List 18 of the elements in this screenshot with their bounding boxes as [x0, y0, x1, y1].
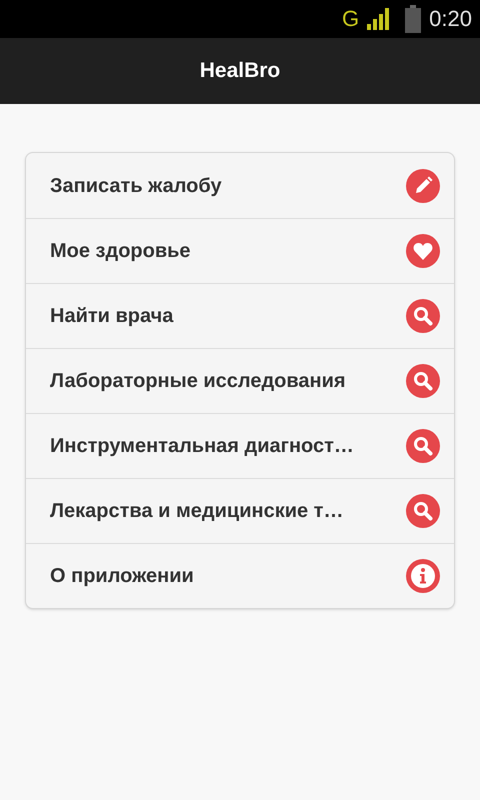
app-title: HealBro: [200, 58, 280, 84]
search-icon: [406, 429, 440, 463]
search-icon: [406, 364, 440, 398]
search-icon: [406, 494, 440, 528]
menu-item[interactable]: Найти врача: [26, 283, 454, 348]
menu-item[interactable]: Лекарства и медицинские т…: [26, 478, 454, 543]
network-type: G: [342, 8, 360, 30]
signal-icon: [367, 8, 390, 30]
search-icon: [406, 299, 440, 333]
clock: 0:20: [429, 8, 472, 30]
info-icon: [406, 559, 440, 593]
menu-item[interactable]: Лабораторные исследования: [26, 348, 454, 413]
menu-item[interactable]: Мое здоровье: [26, 218, 454, 283]
pencil-icon: [406, 168, 440, 202]
battery-icon: [405, 5, 422, 33]
menu-item[interactable]: Записать жалобу: [26, 153, 454, 218]
menu-item[interactable]: Инструментальная диагност…: [26, 413, 454, 478]
menu-item[interactable]: О приложении: [26, 543, 454, 608]
